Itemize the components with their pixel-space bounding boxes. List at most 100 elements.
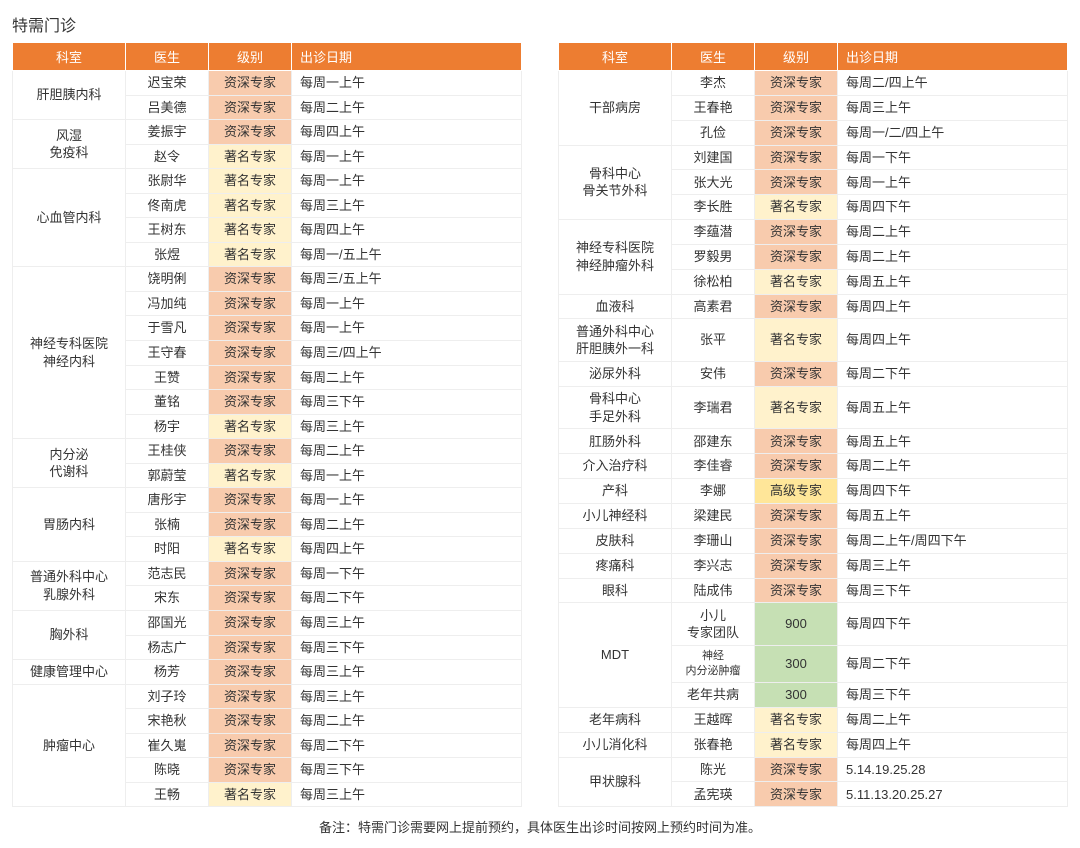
level-cell: 著名专家 xyxy=(209,242,292,267)
doctor-cell: 陈晓 xyxy=(126,758,209,783)
level-cell: 资深专家 xyxy=(755,145,838,170)
date-cell: 每周四上午 xyxy=(838,732,1068,757)
level-cell: 著名专家 xyxy=(755,319,838,362)
date-cell: 每周四上午 xyxy=(292,120,522,145)
level-cell: 资深专家 xyxy=(209,758,292,783)
level-cell: 资深专家 xyxy=(755,528,838,553)
level-cell: 著名专家 xyxy=(755,732,838,757)
level-cell: 著名专家 xyxy=(209,144,292,169)
level-cell: 资深专家 xyxy=(209,635,292,660)
doctor-cell: 梁建民 xyxy=(672,504,755,529)
date-cell: 每周三下午 xyxy=(292,635,522,660)
dept-cell: 胸外科 xyxy=(13,611,126,660)
dept-cell: 小儿消化科 xyxy=(559,732,672,757)
doctor-cell: 范志民 xyxy=(126,561,209,586)
date-cell: 每周三下午 xyxy=(838,683,1068,708)
level-cell: 资深专家 xyxy=(755,170,838,195)
dept-cell: 普通外科中心 肝胆胰外一科 xyxy=(559,319,672,362)
table-row: 普通外科中心 乳腺外科范志民资深专家每周一下午 xyxy=(13,561,522,586)
doctor-cell: 李杰 xyxy=(672,71,755,96)
table-row: 介入治疗科李佳睿资深专家每周二上午 xyxy=(559,454,1068,479)
doctor-cell: 李兴志 xyxy=(672,553,755,578)
table-row: 皮肤科李珊山资深专家每周二上午/周四下午 xyxy=(559,528,1068,553)
doctor-cell: 李珊山 xyxy=(672,528,755,553)
col-header: 出诊日期 xyxy=(838,43,1068,71)
doctor-cell: 孔俭 xyxy=(672,120,755,145)
doctor-cell: 李蕴潜 xyxy=(672,220,755,245)
table-row: 产科李娜高级专家每周四下午 xyxy=(559,479,1068,504)
doctor-cell: 郭蔚莹 xyxy=(126,463,209,488)
col-header: 医生 xyxy=(126,43,209,71)
doctor-cell: 于雪凡 xyxy=(126,316,209,341)
date-cell: 每周三上午 xyxy=(292,660,522,685)
level-cell: 资深专家 xyxy=(755,782,838,807)
doctor-cell: 张春艳 xyxy=(672,732,755,757)
doctor-cell: 冯加纯 xyxy=(126,291,209,316)
doctor-cell: 邵国光 xyxy=(126,611,209,636)
level-cell: 资深专家 xyxy=(755,757,838,782)
table-row: 风湿 免疫科姜振宇资深专家每周四上午 xyxy=(13,120,522,145)
col-header: 科室 xyxy=(559,43,672,71)
dept-cell: 骨科中心 骨关节外科 xyxy=(559,145,672,220)
doctor-cell: 陆成伟 xyxy=(672,578,755,603)
doctor-cell: 李娜 xyxy=(672,479,755,504)
level-cell: 著名专家 xyxy=(209,463,292,488)
dept-cell: 肿瘤中心 xyxy=(13,684,126,807)
level-cell: 资深专家 xyxy=(209,439,292,464)
table-row: 肿瘤中心刘子玲资深专家每周三上午 xyxy=(13,684,522,709)
level-cell: 资深专家 xyxy=(755,71,838,96)
table-row: 神经专科医院 神经内科饶明俐资深专家每周三/五上午 xyxy=(13,267,522,292)
left-table: 科室医生级别出诊日期 肝胆胰内科迟宝荣资深专家每周一上午吕美德资深专家每周二上午… xyxy=(12,42,522,807)
level-cell: 资深专家 xyxy=(209,316,292,341)
table-row: 肝胆胰内科迟宝荣资深专家每周一上午 xyxy=(13,71,522,96)
table-row: 肛肠外科邵建东资深专家每周五上午 xyxy=(559,429,1068,454)
level-cell: 资深专家 xyxy=(209,267,292,292)
doctor-cell: 安伟 xyxy=(672,362,755,387)
table-row: 血液科高素君资深专家每周四上午 xyxy=(559,294,1068,319)
level-cell: 著名专家 xyxy=(755,386,838,429)
col-header: 出诊日期 xyxy=(292,43,522,71)
dept-cell: 产科 xyxy=(559,479,672,504)
level-cell: 资深专家 xyxy=(209,341,292,366)
date-cell: 每周一下午 xyxy=(292,561,522,586)
date-cell: 每周五上午 xyxy=(838,429,1068,454)
date-cell: 每周二上午 xyxy=(292,439,522,464)
date-cell: 每周四上午 xyxy=(292,218,522,243)
table-row: 健康管理中心杨芳资深专家每周三上午 xyxy=(13,660,522,685)
page-title: 特需门诊 xyxy=(12,12,1068,36)
col-header: 医生 xyxy=(672,43,755,71)
level-cell: 高级专家 xyxy=(755,479,838,504)
date-cell: 每周一上午 xyxy=(292,144,522,169)
table-row: 泌尿外科安伟资深专家每周二下午 xyxy=(559,362,1068,387)
table-row: 心血管内科张尉华著名专家每周一上午 xyxy=(13,169,522,194)
doctor-cell: 王守春 xyxy=(126,341,209,366)
level-cell: 资深专家 xyxy=(209,512,292,537)
level-cell: 著名专家 xyxy=(209,414,292,439)
doctor-cell: 刘建国 xyxy=(672,145,755,170)
date-cell: 每周三下午 xyxy=(292,390,522,415)
date-cell: 每周一上午 xyxy=(292,488,522,513)
doctor-cell: 杨志广 xyxy=(126,635,209,660)
doctor-cell: 张大光 xyxy=(672,170,755,195)
level-cell: 300 xyxy=(755,645,838,682)
dept-cell: 眼科 xyxy=(559,578,672,603)
date-cell: 每周一上午 xyxy=(292,71,522,96)
level-cell: 资深专家 xyxy=(209,733,292,758)
dept-cell: 疼痛科 xyxy=(559,553,672,578)
level-cell: 300 xyxy=(755,683,838,708)
date-cell: 每周二上午 xyxy=(838,244,1068,269)
table-row: 胃肠内科唐彤宇资深专家每周一上午 xyxy=(13,488,522,513)
table-row: 老年病科王越晖著名专家每周二上午 xyxy=(559,707,1068,732)
table-row: 干部病房李杰资深专家每周二/四上午 xyxy=(559,71,1068,96)
level-cell: 资深专家 xyxy=(755,244,838,269)
date-cell: 每周一/五上午 xyxy=(292,242,522,267)
col-header: 级别 xyxy=(209,43,292,71)
level-cell: 著名专家 xyxy=(755,707,838,732)
doctor-cell: 饶明俐 xyxy=(126,267,209,292)
doctor-cell: 董铭 xyxy=(126,390,209,415)
col-header: 科室 xyxy=(13,43,126,71)
doctor-cell: 王畅 xyxy=(126,782,209,807)
date-cell: 每周二上午 xyxy=(838,707,1068,732)
date-cell: 每周二/四上午 xyxy=(838,71,1068,96)
date-cell: 每周四下午 xyxy=(838,603,1068,646)
